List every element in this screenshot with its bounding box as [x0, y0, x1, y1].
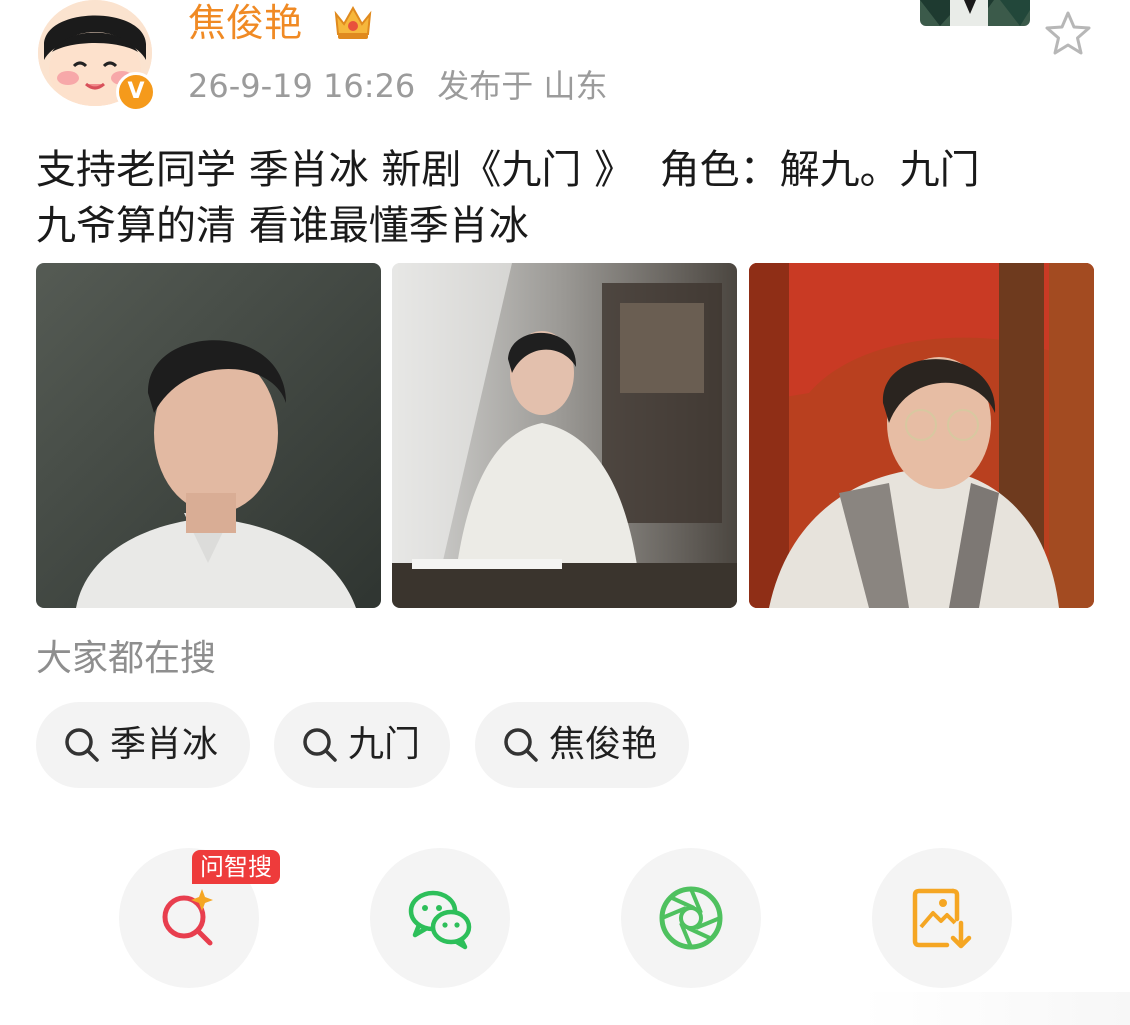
ai-search-badge: 问智搜: [192, 850, 280, 884]
timestamp: 26-9-19 16:26: [188, 67, 416, 105]
wechat-icon: [408, 890, 472, 950]
gold-crown-icon: [334, 5, 372, 39]
search-chip[interactable]: 九门: [274, 702, 450, 788]
moments-aperture-icon: [659, 886, 723, 950]
search-chip-label: 焦俊艳: [549, 724, 658, 765]
search-chip-label: 九门: [348, 724, 421, 765]
location: 发布于 山东: [437, 67, 608, 105]
search-icon: [65, 728, 99, 762]
search-chip[interactable]: 焦俊艳: [475, 702, 689, 788]
save-image-icon: [912, 888, 972, 949]
star-outline-icon[interactable]: [1042, 8, 1094, 60]
author-name[interactable]: 焦俊艳: [188, 0, 302, 46]
search-section-title: 大家都在搜: [36, 638, 217, 679]
search-icon: [303, 728, 337, 762]
post-text-line-1: 支持老同学 季肖冰 新剧《九门 》 角色：解九。九门: [36, 147, 980, 193]
post-image-2[interactable]: [392, 263, 737, 608]
save-image-button[interactable]: [872, 848, 1012, 988]
post-image-3[interactable]: [749, 263, 1094, 608]
search-chip[interactable]: 季肖冰: [36, 702, 250, 788]
wechat-share-button[interactable]: [370, 848, 510, 988]
corner-image-thumbnail: [920, 0, 1030, 26]
post-text: 支持老同学 季肖冰 新剧《九门 》 角色：解九。九门 九爷算的清 看谁最懂季肖冰: [36, 142, 1096, 254]
scroll-fade: [860, 992, 1130, 1025]
moments-share-button[interactable]: [621, 848, 761, 988]
post-text-line-2: 九爷算的清 看谁最懂季肖冰: [36, 203, 529, 249]
post-meta: 26-9-19 16:26 发布于 山东: [188, 64, 607, 108]
post-image-1[interactable]: [36, 263, 381, 608]
search-icon: [504, 728, 538, 762]
search-chip-label: 季肖冰: [110, 724, 219, 765]
verified-badge: V: [116, 72, 156, 112]
ai-search-icon: [162, 889, 213, 946]
